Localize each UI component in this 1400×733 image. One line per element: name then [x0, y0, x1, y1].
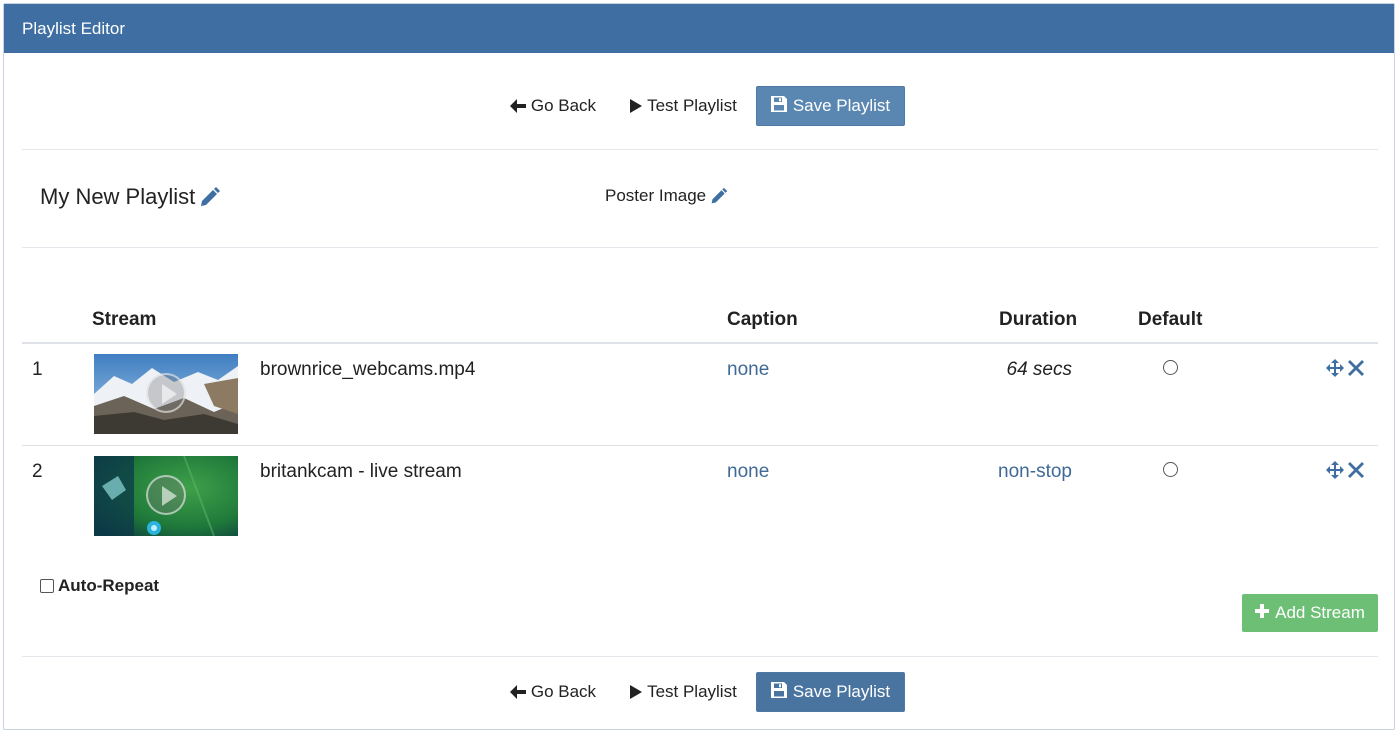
duration-value: 64 secs: [1006, 359, 1072, 380]
close-x-icon[interactable]: [1348, 462, 1364, 478]
column-header-stream: Stream: [92, 309, 157, 330]
column-header-duration: Duration: [999, 309, 1078, 330]
add-stream-label: Add Stream: [1275, 603, 1365, 622]
play-icon: [146, 475, 186, 515]
mountain-snow-thumbnail[interactable]: [94, 354, 238, 434]
underwater-green-thumbnail[interactable]: [94, 456, 238, 536]
save-playlist-label: Save Playlist: [792, 682, 891, 701]
go-back-button[interactable]: Go Back: [493, 86, 613, 126]
stream-name: britankcam - live stream: [260, 461, 462, 482]
panel-title: Playlist Editor: [22, 19, 125, 38]
duration-link[interactable]: non-stop: [998, 461, 1072, 483]
test-playlist-label: Test Playlist: [647, 96, 737, 115]
playlist-editor-panel: Playlist Editor Go Back Test Playlist Sa…: [3, 3, 1395, 730]
floppy-disk-icon: [770, 95, 787, 117]
test-playlist-button[interactable]: Test Playlist: [613, 86, 754, 126]
row-divider: [22, 445, 1378, 446]
move-arrows-icon[interactable]: [1326, 461, 1344, 479]
stream-name: brownrice_webcams.mp4: [260, 359, 476, 380]
pencil-icon[interactable]: [199, 186, 221, 208]
add-stream-button[interactable]: Add Stream: [1242, 594, 1378, 632]
bottom-toolbar: Go Back Test Playlist Save Playlist: [4, 672, 1394, 712]
row-index: 1: [32, 359, 43, 380]
caption-link[interactable]: none: [727, 461, 769, 483]
row-actions: [1326, 359, 1364, 377]
save-playlist-button[interactable]: Save Playlist: [755, 86, 906, 126]
play-icon: [630, 99, 643, 113]
divider: [22, 656, 1378, 657]
go-back-button[interactable]: Go Back: [493, 672, 613, 712]
floppy-disk-icon: [770, 681, 787, 703]
playlist-title-row: My New Playlist: [40, 184, 221, 210]
default-radio[interactable]: [1163, 462, 1178, 477]
caption-link[interactable]: none: [727, 359, 769, 381]
test-playlist-button[interactable]: Test Playlist: [613, 672, 754, 712]
close-x-icon[interactable]: [1348, 360, 1364, 376]
column-header-default: Default: [1138, 309, 1203, 330]
row-actions: [1326, 461, 1364, 479]
default-radio[interactable]: [1163, 360, 1178, 375]
play-icon: [146, 373, 186, 413]
move-arrows-icon[interactable]: [1326, 359, 1344, 377]
auto-repeat-option: Auto-Repeat: [40, 576, 159, 596]
go-back-label: Go Back: [530, 682, 597, 701]
plus-icon: [1255, 603, 1270, 623]
divider: [22, 149, 1378, 150]
poster-image-label: Poster Image: [605, 186, 707, 205]
save-playlist-button[interactable]: Save Playlist: [755, 672, 906, 712]
go-back-label: Go Back: [530, 96, 597, 115]
table-header-line: [22, 342, 1378, 344]
poster-image: Poster Image: [605, 186, 728, 206]
auto-repeat-checkbox[interactable]: [40, 579, 54, 593]
play-icon: [630, 685, 643, 699]
playlist-title: My New Playlist: [40, 184, 196, 209]
divider: [22, 247, 1378, 248]
save-playlist-label: Save Playlist: [792, 96, 891, 115]
row-index: 2: [32, 461, 43, 482]
arrow-left-icon: [509, 99, 526, 113]
pencil-icon[interactable]: [710, 187, 728, 205]
auto-repeat-label: Auto-Repeat: [58, 576, 160, 595]
column-header-caption: Caption: [727, 309, 798, 330]
panel-header: Playlist Editor: [4, 4, 1394, 53]
arrow-left-icon: [509, 685, 526, 699]
top-toolbar: Go Back Test Playlist Save Playlist: [4, 86, 1394, 126]
test-playlist-label: Test Playlist: [647, 682, 737, 701]
